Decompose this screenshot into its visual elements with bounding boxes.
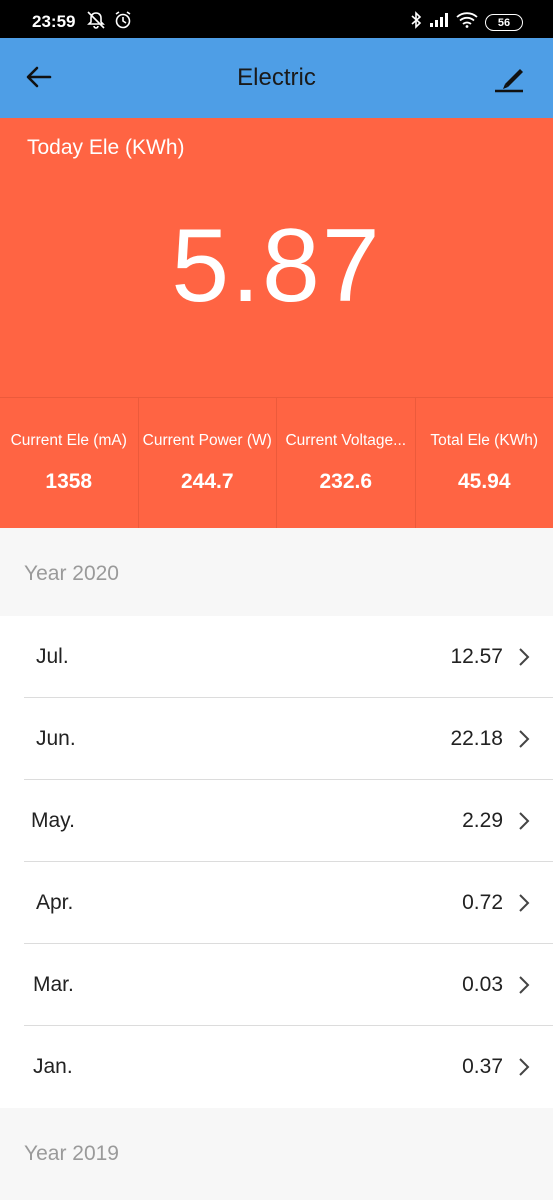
battery-icon: 56 bbox=[485, 14, 523, 31]
status-bar: 23:59 56 bbox=[0, 0, 553, 38]
stat-value: 1358 bbox=[45, 470, 93, 493]
month-name: Apr. bbox=[36, 891, 74, 914]
edit-button[interactable] bbox=[491, 60, 529, 98]
chevron-right-icon bbox=[519, 812, 530, 830]
today-label: Today Ele (KWh) bbox=[27, 136, 185, 159]
list-item-jun[interactable]: Jun. 22.18 bbox=[0, 698, 553, 780]
month-list: Jul. 12.57 Jun. 22.18 May. 2.29 Apr. 0.7… bbox=[0, 616, 553, 1108]
wifi-icon bbox=[456, 12, 478, 33]
app-bar: Electric bbox=[0, 38, 553, 118]
month-value: 0.37 bbox=[462, 1055, 503, 1078]
stat-current-ele: Current Ele (mA) 1358 bbox=[0, 397, 139, 528]
stats-row: Current Ele (mA) 1358 Current Power (W) … bbox=[0, 397, 553, 528]
list-item-mar[interactable]: Mar. 0.03 bbox=[0, 944, 553, 1026]
status-time: 23:59 bbox=[32, 12, 76, 31]
stat-total-ele: Total Ele (KWh) 45.94 bbox=[415, 397, 553, 528]
stat-current-power: Current Power (W) 244.7 bbox=[138, 397, 277, 528]
month-value: 0.03 bbox=[462, 973, 503, 996]
month-value: 2.29 bbox=[462, 809, 503, 832]
list-item-may[interactable]: May. 2.29 bbox=[0, 780, 553, 862]
stat-label: Total Ele (KWh) bbox=[430, 432, 539, 449]
notifications-off-icon bbox=[86, 11, 106, 34]
year-label: Year 2019 bbox=[24, 1142, 119, 1165]
year-header: Year 2020 bbox=[0, 528, 553, 616]
today-panel: Today Ele (KWh) 5.87 bbox=[0, 118, 553, 397]
chevron-right-icon bbox=[519, 648, 530, 666]
chevron-right-icon bbox=[519, 976, 530, 994]
today-value: 5.87 bbox=[171, 208, 382, 324]
list-item-jan[interactable]: Jan. 0.37 bbox=[0, 1026, 553, 1108]
month-name: Jul. bbox=[36, 645, 69, 668]
month-value: 0.72 bbox=[462, 891, 503, 914]
stat-value: 244.7 bbox=[180, 470, 234, 493]
stat-label: Current Ele (mA) bbox=[10, 432, 127, 449]
chevron-right-icon bbox=[519, 1058, 530, 1076]
month-value: 22.18 bbox=[450, 727, 503, 750]
page-title: Electric bbox=[237, 64, 316, 91]
stat-value: 232.6 bbox=[319, 470, 373, 493]
month-name: Mar. bbox=[33, 973, 74, 996]
stat-label: Current Voltage... bbox=[285, 432, 407, 449]
stat-value: 45.94 bbox=[457, 470, 511, 493]
year-label: Year 2020 bbox=[24, 562, 119, 585]
stat-label: Current Power (W) bbox=[142, 432, 272, 449]
list-item-jul[interactable]: Jul. 12.57 bbox=[0, 616, 553, 698]
month-name: Jan. bbox=[33, 1055, 73, 1078]
month-name: May. bbox=[31, 809, 75, 832]
chevron-right-icon bbox=[519, 730, 530, 748]
year-header: Year 2019 bbox=[0, 1108, 553, 1200]
chevron-right-icon bbox=[519, 894, 530, 912]
stat-current-voltage: Current Voltage... 232.6 bbox=[277, 397, 416, 528]
bluetooth-icon bbox=[410, 11, 422, 34]
month-name: Jun. bbox=[36, 727, 76, 750]
alarm-icon bbox=[114, 11, 132, 34]
edit-pencil-icon bbox=[491, 69, 529, 102]
signal-icon bbox=[429, 12, 449, 33]
month-value: 12.57 bbox=[450, 645, 503, 668]
list-item-apr[interactable]: Apr. 0.72 bbox=[0, 862, 553, 944]
